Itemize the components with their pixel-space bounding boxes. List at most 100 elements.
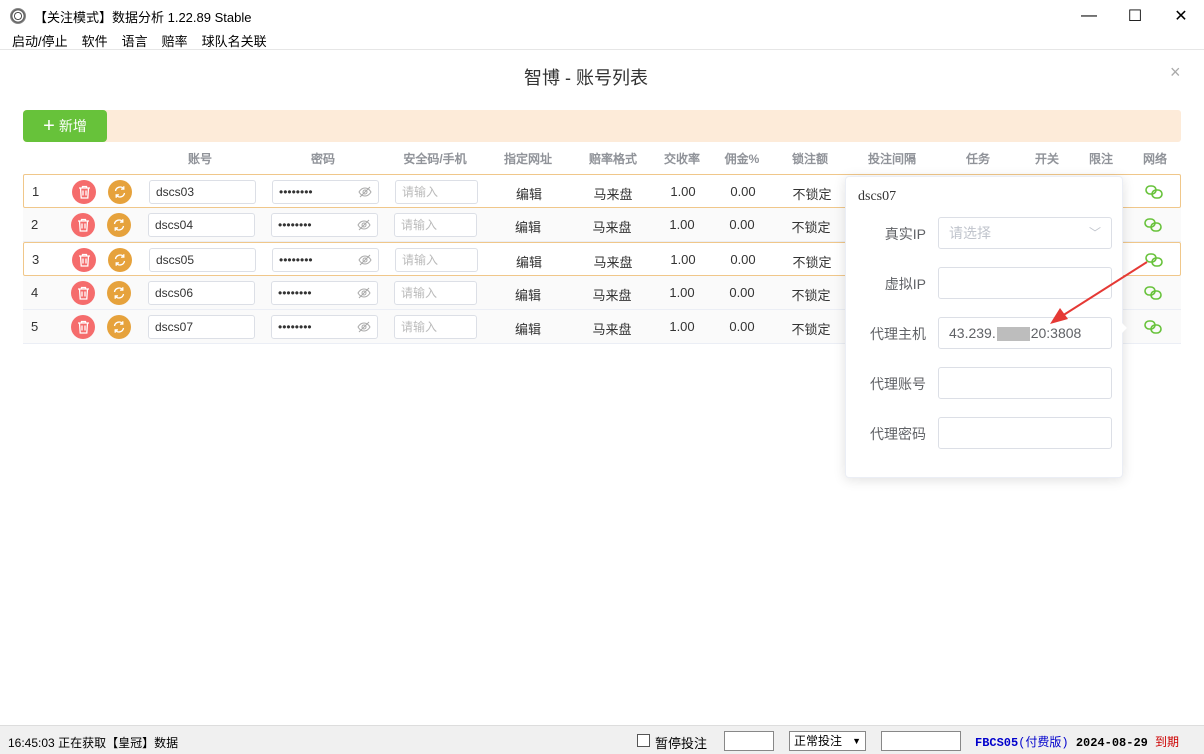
add-button-label: 新增 [58, 118, 87, 134]
url-edit-link[interactable]: 编辑 [497, 285, 559, 304]
commission-value[interactable]: 0.00 [720, 252, 766, 267]
eye-off-icon[interactable] [357, 321, 371, 333]
commission-value[interactable]: 0.00 [719, 319, 765, 334]
lock-value[interactable]: 不锁定 [783, 319, 839, 338]
lock-value[interactable]: 不锁定 [783, 217, 839, 236]
security-input[interactable]: 请输入 [394, 281, 477, 305]
security-input[interactable]: 请输入 [395, 180, 478, 204]
account-input[interactable]: dscs03 [149, 180, 256, 204]
account-input[interactable]: dscs05 [149, 248, 256, 272]
real-ip-select[interactable]: 请选择 ﹀ [938, 217, 1112, 249]
soccer-ball-icon [10, 8, 26, 24]
virtual-ip-input[interactable] [938, 267, 1112, 299]
status-input-2[interactable] [881, 731, 961, 751]
dialog-close-icon[interactable]: × [1170, 62, 1181, 83]
refresh-button[interactable] [107, 281, 131, 305]
menu-start-stop[interactable]: 启动/停止 [12, 31, 68, 50]
password-input[interactable]: •••••••• [271, 213, 378, 237]
eye-off-icon[interactable] [357, 219, 371, 231]
column-header: 赔率格式 [588, 152, 637, 166]
security-input[interactable]: 请输入 [395, 248, 478, 272]
password-input[interactable]: •••••••• [271, 281, 378, 305]
link-icon[interactable] [1144, 251, 1164, 269]
proxy-host-input[interactable]: 43.239. 20:3808 [938, 317, 1112, 349]
column-header: 限注 [1088, 152, 1113, 166]
pause-checkbox[interactable] [637, 734, 650, 747]
trash-icon [77, 286, 89, 300]
proxy-password-input[interactable] [938, 417, 1112, 449]
proxy-account-input[interactable] [938, 367, 1112, 399]
security-input[interactable]: 请输入 [394, 213, 477, 237]
delete-button[interactable] [71, 281, 95, 305]
commission-value[interactable]: 0.00 [719, 285, 765, 300]
status-input[interactable] [724, 731, 774, 751]
rate-value[interactable]: 1.00 [659, 285, 705, 300]
link-icon[interactable] [1143, 284, 1163, 302]
delete-button[interactable] [72, 180, 96, 204]
url-edit-link[interactable]: 编辑 [497, 217, 559, 236]
toolbar-strip [23, 110, 1181, 142]
proxy-popover: dscs07 真实IP 请选择 ﹀ 虚拟IP 代理主机 43.239. 20:38… [845, 176, 1123, 478]
rate-value[interactable]: 1.00 [659, 319, 705, 334]
menu-bar: 启动/停止 软件 语言 赔率 球队名关联 [0, 32, 1204, 50]
close-button[interactable]: ✕ [1158, 0, 1204, 32]
odds-format[interactable]: 马来盘 [580, 252, 646, 271]
window-title: 【关注模式】数据分析 1.22.89 Stable [34, 9, 252, 25]
delete-button[interactable] [71, 315, 95, 339]
url-edit-link[interactable]: 编辑 [497, 319, 559, 338]
license-code: FBCS05 [975, 736, 1019, 750]
odds-format[interactable]: 马来盘 [579, 319, 645, 338]
proxy-host-label: 代理主机 [870, 326, 926, 342]
menu-software[interactable]: 软件 [82, 31, 108, 50]
commission-value[interactable]: 0.00 [720, 184, 766, 199]
popover-arrow [1121, 322, 1127, 334]
refresh-button[interactable] [107, 315, 131, 339]
url-edit-link[interactable]: 编辑 [498, 184, 560, 203]
status-bar: 16:45:03 正在获取【皇冠】数据 暂停投注 正常投注 ▼ FBCS05(付… [0, 725, 1204, 754]
odds-format[interactable]: 马来盘 [579, 285, 645, 304]
title-bar: 【关注模式】数据分析 1.22.89 Stable — ☐ ✕ [0, 0, 1204, 32]
virtual-ip-label: 虚拟IP [884, 276, 926, 292]
license-expire: 到期 [1155, 736, 1180, 750]
link-icon[interactable] [1144, 183, 1164, 201]
account-input[interactable]: dscs04 [148, 213, 255, 237]
lock-value[interactable]: 不锁定 [783, 285, 839, 304]
popover-title: dscs07 [858, 189, 897, 204]
rate-value[interactable]: 1.00 [660, 184, 706, 199]
menu-team-mapping[interactable]: 球队名关联 [202, 31, 267, 50]
security-input[interactable]: 请输入 [394, 315, 477, 339]
commission-value[interactable]: 0.00 [719, 217, 765, 232]
pause-label[interactable]: 暂停投注 [655, 733, 707, 752]
password-input[interactable]: •••••••• [272, 180, 379, 204]
link-icon[interactable] [1143, 216, 1163, 234]
bet-mode-select[interactable]: 正常投注 ▼ [789, 731, 866, 751]
eye-off-icon[interactable] [358, 254, 372, 266]
link-icon[interactable] [1143, 318, 1163, 336]
refresh-icon [114, 186, 126, 198]
password-input[interactable]: •••••••• [272, 248, 379, 272]
lock-value[interactable]: 不锁定 [784, 252, 840, 271]
column-header: 锁注额 [791, 152, 828, 166]
url-edit-link[interactable]: 编辑 [498, 252, 560, 271]
refresh-button[interactable] [108, 248, 132, 272]
eye-off-icon[interactable] [357, 287, 371, 299]
delete-button[interactable] [71, 213, 95, 237]
rate-value[interactable]: 1.00 [659, 217, 705, 232]
eye-off-icon[interactable] [358, 186, 372, 198]
account-input[interactable]: dscs07 [148, 315, 255, 339]
delete-button[interactable] [72, 248, 96, 272]
password-input[interactable]: •••••••• [271, 315, 378, 339]
maximize-button[interactable]: ☐ [1112, 0, 1158, 32]
account-input[interactable]: dscs06 [148, 281, 255, 305]
odds-format[interactable]: 马来盘 [579, 217, 645, 236]
odds-format[interactable]: 马来盘 [580, 184, 646, 203]
menu-odds[interactable]: 赔率 [162, 31, 188, 50]
rate-value[interactable]: 1.00 [660, 252, 706, 267]
lock-value[interactable]: 不锁定 [784, 184, 840, 203]
add-account-button[interactable]: + 新增 [23, 110, 107, 142]
refresh-button[interactable] [108, 180, 132, 204]
refresh-button[interactable] [107, 213, 131, 237]
menu-language[interactable]: 语言 [122, 31, 148, 50]
license-type: (付费版) [1018, 736, 1069, 750]
minimize-button[interactable]: — [1066, 0, 1112, 32]
